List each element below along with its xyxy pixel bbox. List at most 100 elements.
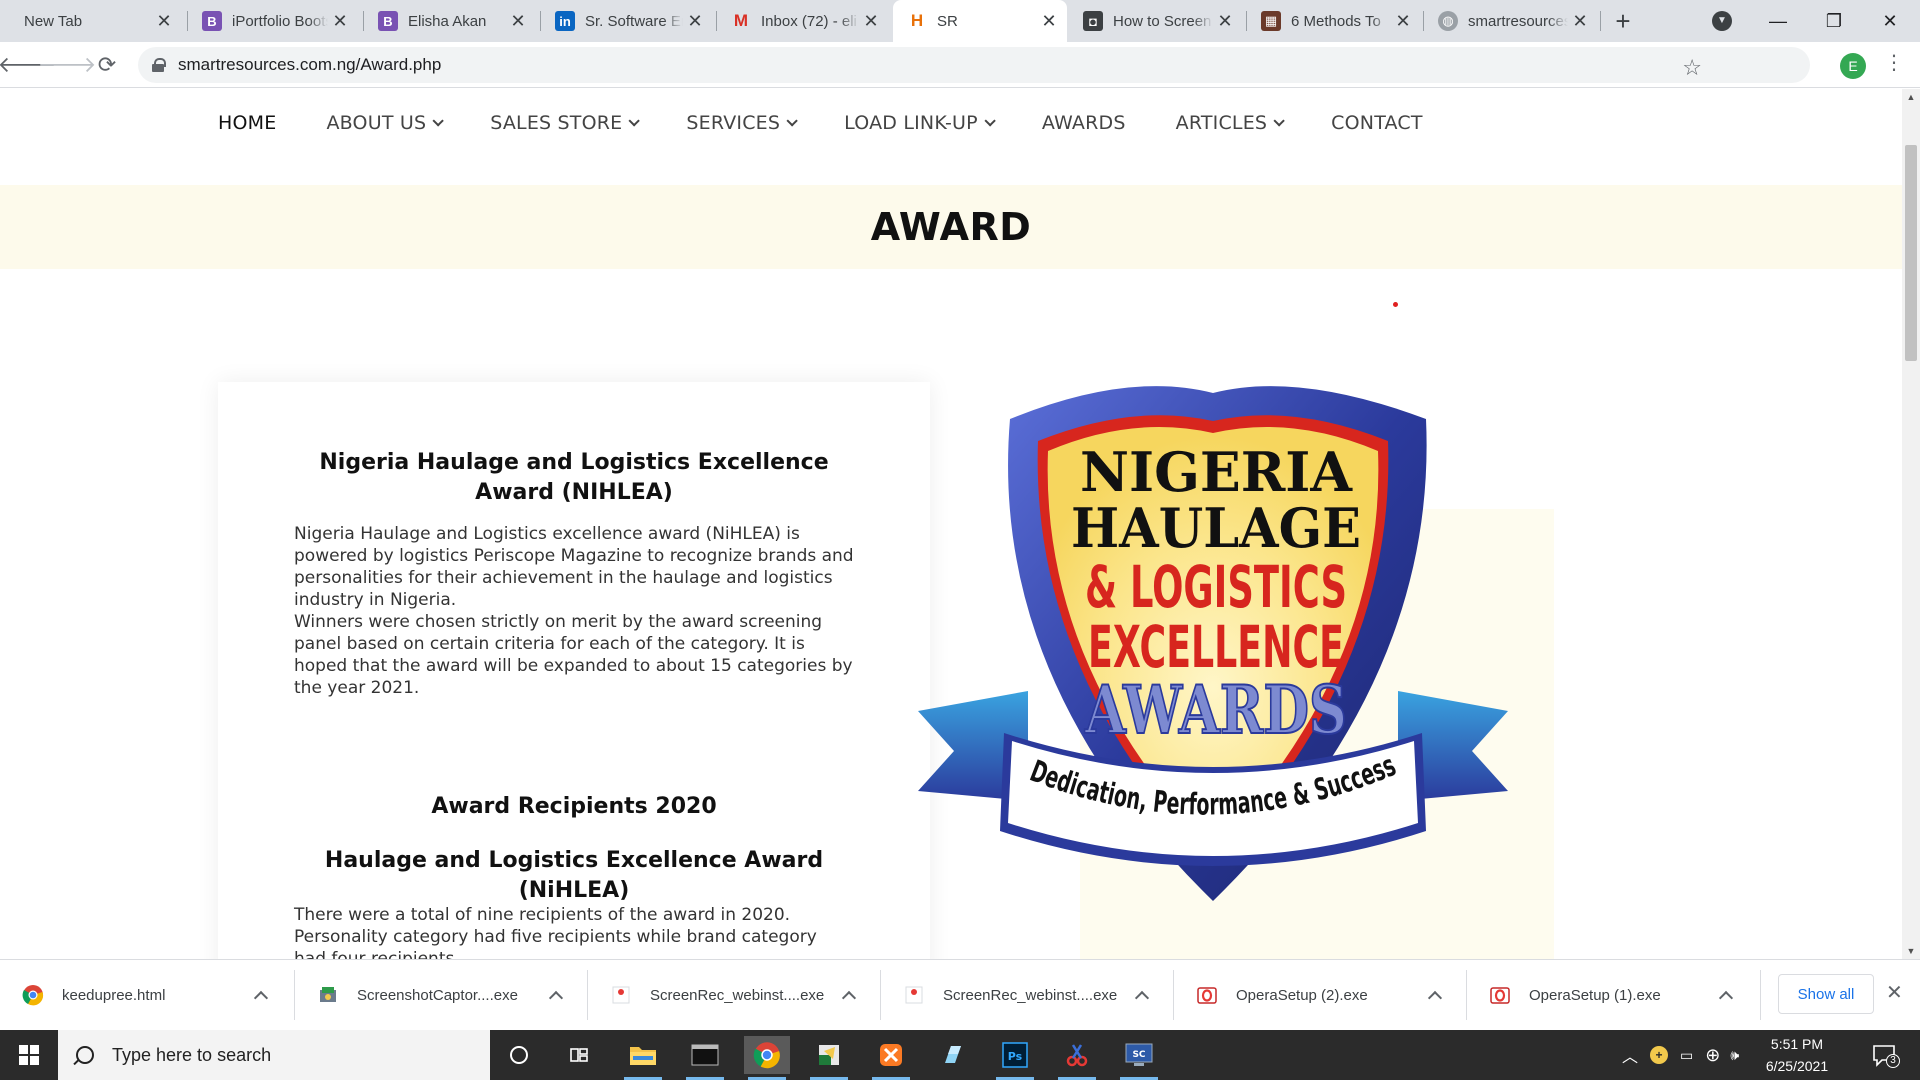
installer-icon bbox=[317, 984, 339, 1006]
notification-count: 3 bbox=[1886, 1054, 1900, 1068]
tab-iportfolio[interactable]: B iPortfolio Bootstrap ✕ bbox=[188, 0, 358, 42]
taskbar-clock[interactable]: 5:51 PM 6/25/2021 bbox=[1752, 1033, 1842, 1077]
gmail-icon: M bbox=[733, 11, 749, 30]
url-text[interactable]: smartresources.com.ng/Award.php bbox=[178, 55, 441, 75]
snipping-tool-icon[interactable] bbox=[1054, 1036, 1100, 1080]
nav-about-us[interactable]: ABOUT US bbox=[326, 112, 445, 134]
close-icon[interactable]: ✕ bbox=[1568, 9, 1592, 33]
excel-installer-icon[interactable] bbox=[806, 1036, 852, 1080]
shield-tray-icon[interactable]: + bbox=[1650, 1046, 1669, 1064]
close-icon[interactable]: ✕ bbox=[1886, 980, 1903, 1005]
award-info-card: Nigeria Haulage and Logistics Excellence… bbox=[218, 382, 930, 959]
menu-kebab-icon[interactable]: ⋮ bbox=[1884, 50, 1904, 75]
tab-elisha-akan[interactable]: B Elisha Akan ✕ bbox=[364, 0, 536, 42]
screenrec-icon bbox=[610, 984, 632, 1006]
scroll-up-arrow-icon[interactable]: ▲ bbox=[1902, 89, 1920, 105]
volume-icon[interactable]: 🕪 bbox=[1730, 1047, 1739, 1064]
page-title: AWARD bbox=[870, 205, 1032, 249]
restore-button[interactable]: ❐ bbox=[1806, 0, 1862, 42]
close-window-button[interactable]: ✕ bbox=[1862, 0, 1918, 42]
award-description: Nigeria Haulage and Logistics excellence… bbox=[294, 523, 854, 699]
task-view-icon[interactable] bbox=[556, 1036, 602, 1074]
bookmark-star-icon[interactable]: ☆ bbox=[1682, 55, 1702, 81]
chevron-up-icon[interactable] bbox=[841, 990, 857, 1006]
nav-awards[interactable]: AWARDS bbox=[1042, 112, 1126, 134]
download-item[interactable]: OperaSetup (2).exe bbox=[1174, 960, 1466, 1030]
decorative-dot bbox=[1393, 302, 1398, 307]
tab-linkedin[interactable]: in Sr. Software Engineer ✕ bbox=[541, 0, 713, 42]
screen-capture-icon[interactable]: SC bbox=[1116, 1036, 1162, 1080]
chevron-up-icon[interactable] bbox=[1718, 990, 1734, 1006]
close-icon[interactable]: ✕ bbox=[1037, 9, 1061, 33]
download-filename: keedupree.html bbox=[62, 986, 166, 1004]
address-bar[interactable]: smartresources.com.ng/Award.php ☆ bbox=[138, 47, 1810, 83]
award-heading: Nigeria Haulage and Logistics Excellence… bbox=[319, 450, 829, 505]
taskbar-search-box[interactable]: Type here to search bbox=[58, 1030, 490, 1080]
tab-title: How to Screen bbox=[1113, 12, 1212, 30]
tab-search-button[interactable]: ▼ bbox=[1694, 0, 1750, 42]
nav-label: HOME bbox=[218, 112, 277, 134]
tab-title: Inbox (72) - eli bbox=[761, 12, 857, 30]
show-all-downloads-button[interactable]: Show all bbox=[1778, 974, 1874, 1014]
forward-button[interactable]: 🡒 bbox=[38, 50, 97, 80]
tab-title: smartresources bbox=[1468, 12, 1568, 30]
close-icon[interactable]: ✕ bbox=[152, 9, 176, 33]
show-hidden-icons-chevron-icon[interactable]: ︿ bbox=[1622, 1043, 1638, 1067]
nav-articles[interactable]: ARTICLES bbox=[1176, 112, 1285, 134]
download-filename: ScreenRec_webinst....exe bbox=[943, 986, 1118, 1004]
chevron-up-icon[interactable] bbox=[1134, 990, 1150, 1006]
reload-button[interactable]: ⟳ bbox=[92, 50, 122, 80]
tab-how-to-screen[interactable]: ◘ How to Screen ✕ bbox=[1069, 0, 1243, 42]
download-item[interactable]: ScreenRec_webinst....exe bbox=[881, 960, 1173, 1030]
battery-icon[interactable]: ▭ bbox=[1680, 1047, 1693, 1064]
nav-label: CONTACT bbox=[1331, 112, 1423, 134]
tab-title: Sr. Software Engineer bbox=[585, 12, 683, 30]
app-icon[interactable] bbox=[930, 1036, 976, 1074]
download-item[interactable]: OperaSetup (1).exe bbox=[1467, 960, 1757, 1030]
nav-load-link-up[interactable]: LOAD LINK-UP bbox=[844, 112, 996, 134]
download-item[interactable]: ScreenshotCaptor....exe bbox=[295, 960, 587, 1030]
scroll-down-arrow-icon[interactable]: ▼ bbox=[1902, 943, 1920, 959]
scrollbar-thumb[interactable] bbox=[1905, 145, 1917, 361]
close-icon[interactable]: ✕ bbox=[859, 9, 883, 33]
close-icon[interactable]: ✕ bbox=[1213, 9, 1237, 33]
close-icon[interactable]: ✕ bbox=[1391, 9, 1415, 33]
tab-6-methods[interactable]: ▦ 6 Methods To ✕ bbox=[1247, 0, 1421, 42]
chevron-up-icon[interactable] bbox=[253, 990, 269, 1006]
terminal-icon[interactable] bbox=[682, 1036, 728, 1080]
close-icon[interactable]: ✕ bbox=[328, 9, 352, 33]
nav-home[interactable]: HOME bbox=[218, 112, 276, 134]
close-icon[interactable]: ✕ bbox=[683, 9, 707, 33]
intro-paragraph: Nigeria Haulage and Logistics excellence… bbox=[294, 524, 854, 610]
nav-services[interactable]: SERVICES bbox=[686, 112, 798, 134]
lock-icon[interactable] bbox=[152, 58, 166, 72]
xampp-icon[interactable] bbox=[868, 1036, 914, 1080]
download-item[interactable]: keedupree.html bbox=[0, 960, 292, 1030]
chevron-up-icon[interactable] bbox=[1427, 990, 1443, 1006]
file-explorer-icon[interactable] bbox=[620, 1036, 666, 1080]
tab-new-tab[interactable]: New Tab ✕ bbox=[10, 0, 182, 42]
page-scrollbar[interactable]: ▲ ▼ bbox=[1902, 89, 1920, 959]
tab-smartresources[interactable]: ◍ smartresources ✕ bbox=[1424, 0, 1598, 42]
nav-label: ABOUT US bbox=[326, 112, 427, 134]
cortana-icon[interactable] bbox=[496, 1036, 542, 1074]
minimize-button[interactable]: — bbox=[1750, 0, 1806, 42]
browser-toolbar: 🡐 🡒 ⟳ smartresources.com.ng/Award.php ☆ bbox=[0, 42, 1920, 88]
tab-sr[interactable]: H SR ✕ bbox=[893, 0, 1067, 42]
photoshop-icon[interactable]: Ps bbox=[992, 1036, 1038, 1080]
chevron-down-icon bbox=[984, 115, 996, 127]
chevron-up-icon[interactable] bbox=[548, 990, 564, 1006]
start-button[interactable] bbox=[0, 1030, 58, 1080]
network-globe-icon[interactable]: ⊕ bbox=[1705, 1045, 1720, 1066]
new-tab-button[interactable]: + bbox=[1608, 6, 1638, 36]
close-icon[interactable]: ✕ bbox=[506, 9, 530, 33]
nav-sales-store[interactable]: SALES STORE bbox=[490, 112, 641, 134]
chrome-icon[interactable] bbox=[744, 1036, 790, 1080]
notification-center-button[interactable]: 3 bbox=[1870, 1040, 1900, 1070]
nav-contact[interactable]: CONTACT bbox=[1331, 112, 1423, 134]
profile-avatar[interactable]: E bbox=[1840, 53, 1866, 79]
svg-text:SC: SC bbox=[1132, 1050, 1145, 1060]
criteria-paragraph: Winners were chosen strictly on merit by… bbox=[294, 612, 853, 698]
download-item[interactable]: ScreenRec_webinst....exe bbox=[588, 960, 880, 1030]
tab-gmail[interactable]: M Inbox (72) - eli ✕ bbox=[717, 0, 889, 42]
